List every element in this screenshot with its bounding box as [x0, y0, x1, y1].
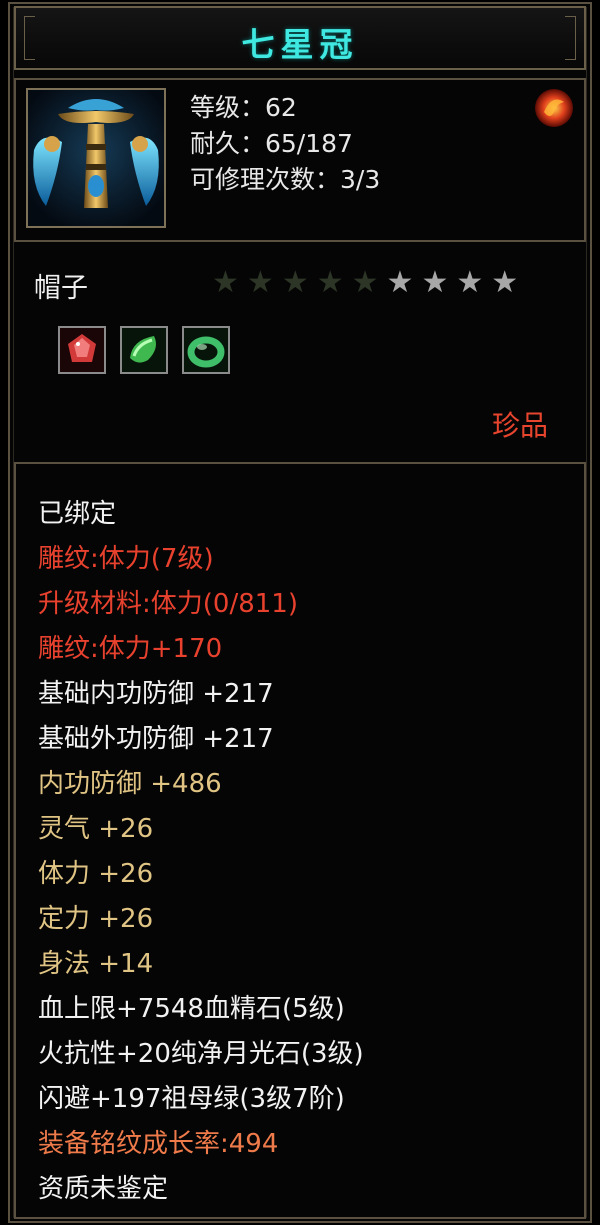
attributes-panel: 已绑定雕纹:体力(7级) 升级材料:体力(0/811) 雕纹:体力+170 基础内功防…: [14, 462, 586, 1219]
attribute-line: 雕纹:体力+170: [38, 634, 223, 664]
repair-count-text: 可修理次数：3/3: [190, 165, 381, 194]
star-icon: ★: [351, 265, 379, 300]
attribute-line: 火抗性+20纯净月光石(3级): [38, 1039, 364, 1069]
star-icon: ★: [316, 265, 344, 300]
star-icon: ★: [491, 265, 519, 300]
level-text: 等级：62: [190, 93, 297, 122]
rarity-label: 珍品: [492, 409, 549, 442]
gem-slots: [58, 326, 230, 374]
durability-text: 耐久：65/187: [190, 129, 353, 158]
hat-icon: [26, 88, 166, 228]
jade-ring-icon[interactable]: [182, 326, 230, 374]
attribute-line: 身法 +14: [38, 949, 154, 979]
star-rating: ★ ★ ★ ★ ★ ★ ★ ★ ★: [212, 266, 518, 300]
attribute-line: 血上限+7548血精石(5级): [38, 994, 345, 1024]
attribute-line: 闪避+197祖母绿(3级7阶): [38, 1084, 345, 1114]
item-type: 帽子: [34, 273, 88, 304]
attribute-list: 已绑定雕纹:体力(7级) 升级材料:体力(0/811) 雕纹:体力+170 基础内功防…: [38, 492, 364, 1212]
attribute-line: 定力 +26: [38, 904, 154, 934]
attribute-line: 体力 +26: [38, 859, 154, 889]
attribute-line: 内功防御 +486: [38, 769, 222, 799]
item-name: 七星冠: [241, 25, 359, 64]
star-icon: ★: [421, 265, 449, 300]
star-icon: ★: [386, 265, 414, 300]
green-jade-icon[interactable]: [120, 326, 168, 374]
attribute-line: 资质未鉴定: [38, 1174, 169, 1204]
attribute-line: 灵气 +26: [38, 814, 154, 844]
attribute-line: 已绑定: [38, 499, 117, 529]
red-gem-icon: [532, 86, 576, 130]
star-icon: ★: [212, 265, 239, 300]
attribute-line: 升级材料:体力(0/811): [38, 589, 298, 619]
ruby-gem-icon[interactable]: [58, 326, 106, 374]
attribute-line: 雕纹:体力(7级): [38, 544, 214, 574]
attribute-line: 基础外功防御 +217: [38, 724, 274, 754]
attribute-line: 基础内功防御 +217: [38, 679, 274, 709]
item-info-panel: 等级：62 耐久：65/187 可修理次数：3/3: [14, 78, 586, 242]
star-icon: ★: [281, 265, 309, 300]
attribute-line: 装备铭纹成长率:494: [38, 1129, 279, 1159]
star-icon: ★: [456, 265, 484, 300]
title-bar: 七星冠: [14, 6, 586, 70]
star-icon: ★: [246, 265, 274, 300]
